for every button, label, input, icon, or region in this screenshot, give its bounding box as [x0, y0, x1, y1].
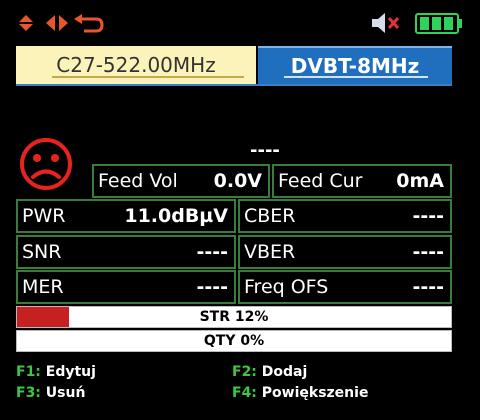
- feed-current-cell: Feed Cur 0mA: [272, 164, 452, 198]
- strength-bar-fill: [17, 307, 70, 327]
- f2-label: Dodaj: [261, 364, 308, 380]
- feed-current-value: 0mA: [396, 170, 444, 192]
- standard-underline: [284, 76, 428, 78]
- pwr-value: 11.0dBµV: [124, 205, 228, 227]
- sad-face-icon: [20, 138, 72, 190]
- pwr-label: PWR: [22, 205, 66, 227]
- f1-key: F1:: [16, 364, 41, 380]
- feed-voltage-value: 0.0V: [213, 170, 262, 192]
- back-icon[interactable]: [74, 14, 104, 33]
- f3-label: Usuń: [45, 385, 86, 401]
- frequency-underline: [52, 76, 244, 78]
- f1-label: Edytuj: [45, 364, 96, 380]
- feed-voltage-label: Feed Vol: [98, 170, 178, 192]
- f4-zoom-key[interactable]: F4: Powiększenie: [232, 385, 368, 401]
- up-down-arrows-icon[interactable]: [19, 15, 33, 31]
- mer-label: MER: [22, 276, 64, 298]
- battery-icon: [415, 13, 462, 34]
- status-icons: [372, 13, 462, 34]
- quality-bar-label: QTY 0%: [203, 333, 265, 349]
- feed-current-label: Feed Cur: [278, 170, 363, 192]
- freq-offset-value: ----: [412, 276, 444, 298]
- f3-delete-key[interactable]: F3: Usuń: [16, 385, 85, 401]
- speaker-muted-icon: [372, 13, 400, 33]
- signal-status: ----: [250, 140, 280, 161]
- vber-label: VBER: [244, 241, 296, 263]
- cber-cell: CBER ----: [238, 199, 452, 233]
- top-status-bar: [0, 0, 480, 46]
- channel-standard-tab[interactable]: DVBT-8MHz: [258, 46, 452, 84]
- snr-value: ----: [196, 241, 228, 263]
- pwr-cell: PWR 11.0dBµV: [16, 199, 236, 233]
- strength-bar: STR 12%: [16, 306, 452, 328]
- f4-label: Powiększenie: [261, 385, 369, 401]
- f1-edit-key[interactable]: F1: Edytuj: [16, 364, 96, 380]
- channel-divider: [16, 84, 452, 86]
- mer-cell: MER ----: [16, 270, 236, 304]
- vber-value: ----: [412, 241, 444, 263]
- f2-key: F2:: [232, 364, 257, 380]
- quality-bar: QTY 0%: [16, 330, 452, 352]
- channel-frequency: C27-522.00MHz: [56, 53, 216, 77]
- f2-add-key[interactable]: F2: Dodaj: [232, 364, 307, 380]
- freq-offset-label: Freq OFS: [244, 276, 329, 298]
- strength-bar-label: STR 12%: [199, 309, 269, 325]
- cber-value: ----: [412, 205, 444, 227]
- channel-standard: DVBT-8MHz: [290, 54, 420, 78]
- snr-label: SNR: [22, 241, 62, 263]
- channel-frequency-tab[interactable]: C27-522.00MHz: [16, 46, 256, 84]
- snr-cell: SNR ----: [16, 235, 236, 269]
- f4-key: F4:: [232, 385, 257, 401]
- feed-voltage-cell: Feed Vol 0.0V: [92, 164, 270, 198]
- freq-offset-cell: Freq OFS ----: [238, 270, 452, 304]
- f3-key: F3:: [16, 385, 41, 401]
- vber-cell: VBER ----: [238, 235, 452, 269]
- mer-value: ----: [196, 276, 228, 298]
- cber-label: CBER: [244, 205, 296, 227]
- navigation-icons: [19, 14, 104, 33]
- left-right-arrows-icon[interactable]: [46, 15, 68, 31]
